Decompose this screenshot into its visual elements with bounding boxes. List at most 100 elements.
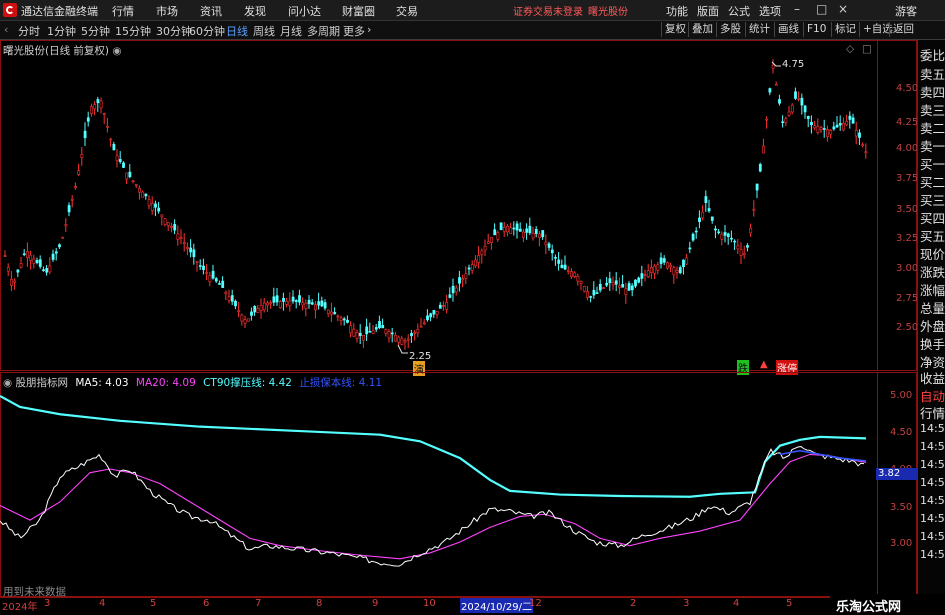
candle-body	[109, 138, 113, 141]
panel-item[interactable]: 买一	[920, 154, 945, 173]
date-label: 12	[529, 598, 542, 609]
panel-item[interactable]: 买五	[920, 226, 945, 245]
period-intraday[interactable]: 分时	[18, 23, 40, 39]
mark-button[interactable]: 标记	[831, 22, 859, 37]
period-more[interactable]: 更多	[343, 23, 365, 39]
candle-body	[333, 312, 337, 315]
candle-body	[778, 99, 781, 104]
candle-body	[387, 331, 391, 339]
panel-item[interactable]: 买四	[920, 208, 945, 227]
menu-item-discover[interactable]: 发现	[244, 3, 266, 19]
panel-item[interactable]: 买二	[920, 172, 945, 191]
candle-body	[467, 267, 471, 270]
overlay-button[interactable]: 叠加	[688, 22, 716, 37]
candle-body	[816, 126, 820, 133]
candle-body	[819, 127, 823, 131]
candle-body	[147, 199, 151, 206]
panel-item[interactable]: 买三	[920, 190, 945, 209]
period-5min[interactable]: 5分钟	[81, 23, 110, 39]
candle-body	[186, 246, 189, 249]
candle-body	[51, 253, 55, 260]
candle-body	[506, 226, 509, 233]
menu-item-market[interactable]: 市场	[156, 3, 178, 19]
period-weekly[interactable]: 周线	[253, 23, 275, 39]
candle-body	[90, 106, 93, 114]
candle-body	[3, 255, 7, 257]
panel-item[interactable]: 卖二	[920, 118, 945, 137]
candle-body	[154, 203, 157, 208]
candle-body	[486, 241, 490, 244]
candle-body	[205, 272, 209, 274]
candle-body	[339, 317, 343, 321]
date-label: 8	[316, 598, 323, 609]
candle-body	[253, 306, 257, 313]
menu-item-wealth[interactable]: 财富圈	[342, 3, 375, 19]
panel-tab-quotes[interactable]: 行情	[920, 403, 945, 422]
panel-item[interactable]: 涨幅	[920, 280, 945, 299]
close-icon[interactable]: ×	[838, 2, 848, 16]
chevron-right-icon[interactable]: ›	[367, 23, 371, 36]
panel-item[interactable]: 卖一	[920, 136, 945, 155]
candle-body	[701, 211, 705, 219]
multi-stock-button[interactable]: 多股	[716, 22, 744, 37]
menu-item-ask[interactable]: 问小达	[288, 3, 321, 19]
panel-item[interactable]: 委比	[920, 45, 945, 64]
panel-item[interactable]: 卖三	[920, 100, 945, 119]
panel-item[interactable]: 收益	[920, 368, 945, 387]
login-warning[interactable]: 证券交易未登录	[513, 3, 583, 18]
candle-body	[381, 325, 385, 329]
candle-body	[179, 237, 183, 240]
period-15min[interactable]: 15分钟	[115, 23, 151, 39]
candle-body	[787, 111, 791, 116]
statistics-button[interactable]: 统计	[745, 22, 773, 37]
menu-item-trade[interactable]: 交易	[396, 3, 418, 19]
tick-time: 14:56	[920, 548, 945, 561]
candlestick-chart[interactable]	[0, 40, 877, 371]
panel-item[interactable]: 卖四	[920, 82, 945, 101]
panel-item[interactable]: 换手	[920, 334, 945, 353]
period-30min[interactable]: 30分钟	[156, 23, 192, 39]
f10-button[interactable]: F10	[803, 22, 829, 37]
candle-body	[269, 302, 273, 304]
candle-body	[349, 325, 353, 334]
menu-item-quotes[interactable]: 行情	[112, 3, 134, 19]
candle-body	[275, 295, 279, 303]
candle-body	[262, 302, 266, 311]
panel-item[interactable]: 外盘	[920, 316, 945, 335]
period-monthly[interactable]: 月线	[280, 23, 302, 39]
back-button[interactable]: 返回	[889, 22, 917, 37]
candle-body	[554, 256, 557, 259]
panel-item[interactable]: 现价	[920, 244, 945, 263]
candle-body	[406, 338, 410, 341]
menu-item-news[interactable]: 资讯	[200, 3, 222, 19]
candle-body	[189, 247, 193, 253]
draw-line-button[interactable]: 画线	[774, 22, 802, 37]
minimize-icon[interactable]: –	[794, 2, 800, 16]
panel-item[interactable]: 涨跌	[920, 262, 945, 281]
restore-rights-button[interactable]: 复权	[661, 22, 689, 37]
menu-item-function[interactable]: 功能	[666, 3, 688, 19]
candle-body	[605, 282, 609, 286]
toolbar-prev-icon[interactable]: ‹	[4, 23, 8, 36]
candle-body	[595, 292, 599, 294]
candle-body	[218, 283, 221, 285]
candle-body	[384, 329, 388, 334]
menu-item-formula[interactable]: 公式	[728, 3, 750, 19]
menu-item-layout[interactable]: 版面	[697, 3, 719, 19]
period-1min[interactable]: 1分钟	[47, 23, 76, 39]
candle-body	[224, 291, 228, 295]
candle-body	[602, 287, 605, 289]
period-60min[interactable]: 60分钟	[189, 23, 225, 39]
panel-item[interactable]: 卖五	[920, 64, 945, 83]
indicator-chart[interactable]	[0, 372, 877, 597]
candle-body	[749, 227, 753, 234]
candle-body	[800, 97, 804, 106]
maximize-icon[interactable]: □	[816, 2, 827, 16]
candle-body	[771, 64, 775, 69]
panel-item[interactable]: 总量	[920, 298, 945, 317]
period-daily[interactable]: 日线	[226, 23, 248, 39]
menu-item-options[interactable]: 选项	[759, 3, 781, 19]
guest-label[interactable]: 游客	[895, 3, 917, 19]
period-multi[interactable]: 多周期	[307, 23, 340, 39]
candle-body	[410, 333, 413, 337]
